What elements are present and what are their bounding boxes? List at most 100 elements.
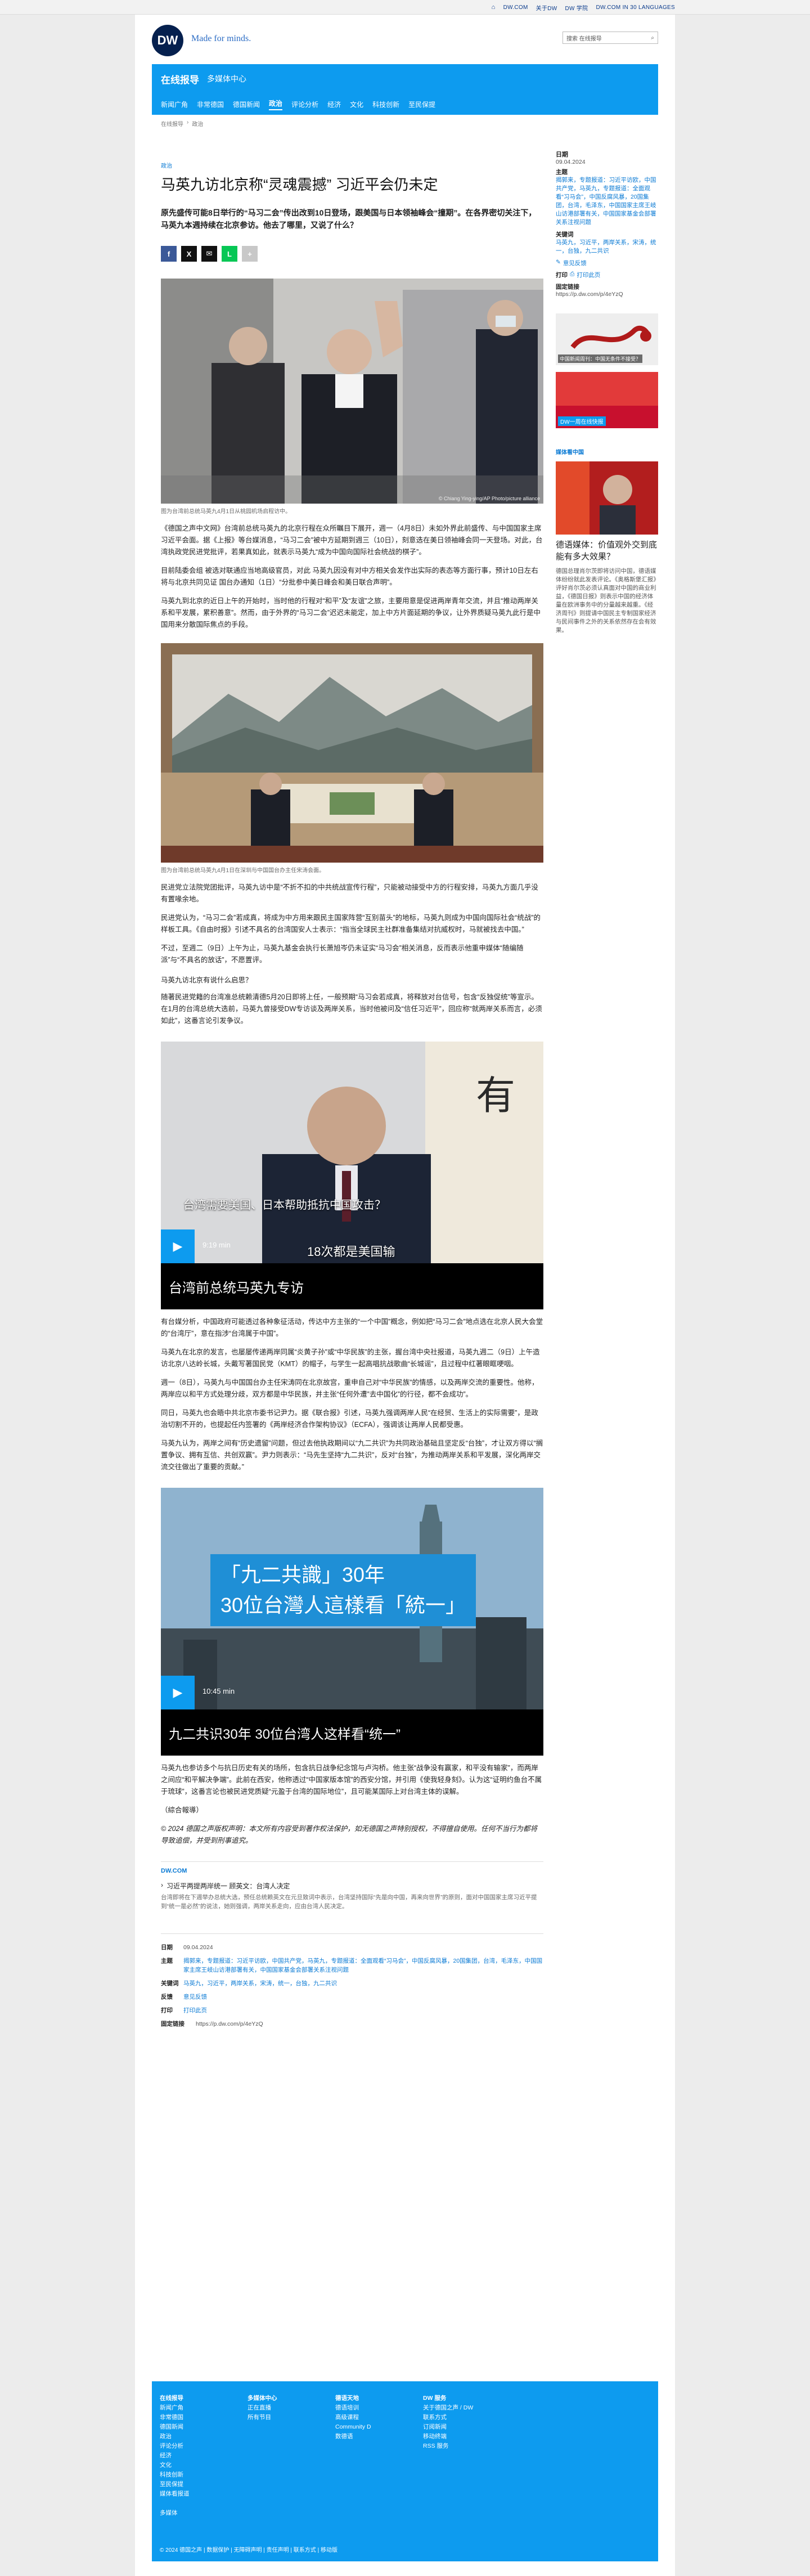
breadcrumb-item[interactable]: 政治 xyxy=(192,119,203,128)
line-icon[interactable]: L xyxy=(222,246,237,262)
photo-caption: 图为台湾前总统马英九4月1日从桃园机场启程访中。 xyxy=(161,509,291,515)
tab-section-6[interactable]: 文化 xyxy=(350,100,363,109)
nav-subtitle[interactable]: 多媒体中心 xyxy=(207,73,246,84)
tab-section-7[interactable]: 科技创新 xyxy=(372,100,399,109)
tab-section-8[interactable]: 至民保提 xyxy=(408,100,435,109)
topbar-link-dwcom[interactable]: DW.COM xyxy=(503,5,528,11)
video-player-interview[interactable]: 有 台湾需要美国、日本帮助抵抗中国攻击？ 18次都是美国输 ▶ 9:19 min… xyxy=(161,1042,543,1309)
footer-link[interactable]: 媒体看报道 xyxy=(160,2489,248,2499)
footer-link[interactable]: 正在直播 xyxy=(248,2403,335,2413)
meta-topics[interactable]: 揭郭来，专题报道：习近平访欧，中国共产党，马英九，专题报道：全面观看“习马会”，… xyxy=(183,1956,543,1974)
footer-link[interactable]: 文化 xyxy=(160,2461,248,2470)
mail-icon[interactable]: ✉ xyxy=(201,246,217,262)
footer-link[interactable]: RSS 服务 xyxy=(423,2442,511,2451)
sidebar-feedback-link[interactable]: ✎ 意见反馈 xyxy=(556,259,658,267)
video-title[interactable]: 九二共识30年 30位台湾人这样看“统一” xyxy=(161,1709,543,1756)
video-title[interactable]: 台湾前总统马英九专访 xyxy=(161,1263,543,1309)
sidebar-thumbnail[interactable]: 中国新闻周刊：中国无条件不接受？ xyxy=(556,313,658,365)
topbar-link-academy[interactable]: DW 学院 xyxy=(565,3,588,12)
footer-link[interactable]: 订阅新闻 xyxy=(423,2422,511,2432)
footer-link[interactable]: 移动终端 xyxy=(423,2432,511,2442)
home-icon[interactable]: ⌂ xyxy=(492,4,496,11)
meta-label: 反馈 xyxy=(161,1994,173,2000)
footer-heading[interactable]: 德语天地 xyxy=(335,2394,423,2403)
sidebar-topics[interactable]: 揭郭来，专题报道：习近平访欧，中国共产党，马英九，专题报道：全面观看“习马会”，… xyxy=(556,176,658,227)
nav-title[interactable]: 在线报导 xyxy=(161,72,199,86)
related-title[interactable]: 习近平两提两岸统一 顾英文：台湾人决定 xyxy=(166,1881,290,1891)
footer-link[interactable]: 至民保提 xyxy=(160,2480,248,2489)
plus-icon[interactable]: + xyxy=(242,246,258,262)
footer-link[interactable]: Community D xyxy=(335,2422,423,2432)
tab-section-1[interactable]: 非常德国 xyxy=(197,100,224,109)
tab-section-0[interactable]: 新闻广角 xyxy=(161,100,188,109)
topbar-link-languages[interactable]: DW.COM IN 30 LANGUAGES xyxy=(596,5,675,11)
footer-link[interactable]: 关于德国之声 / DW xyxy=(423,2403,511,2413)
breadcrumb-item[interactable]: 在线报导 xyxy=(161,119,183,128)
footer-link[interactable]: 新闻广角 xyxy=(160,2403,248,2413)
tab-section-2[interactable]: 德国新闻 xyxy=(233,100,260,109)
related-label[interactable]: DW.COM xyxy=(161,1868,543,1874)
footer-link[interactable]: 政治 xyxy=(160,2432,248,2442)
topbar-link-about[interactable]: 关于DW xyxy=(536,3,557,12)
sidebar-permalink[interactable]: https://p.dw.com/p/4eYzQ xyxy=(556,291,658,298)
x-icon[interactable]: X xyxy=(181,246,197,262)
footer-bottom-item[interactable]: 联系方式 xyxy=(294,2547,316,2553)
footer-link[interactable]: 高级课程 xyxy=(335,2413,423,2422)
sidebar-article-summary: 德国总理肖尔茨即将访问中国，德语媒体纷纷就此发表评论。《奥格斯堡汇报》评好肖尔茨… xyxy=(556,568,656,634)
related-link[interactable]: › 习近平两提两岸统一 顾英文：台湾人决定 xyxy=(161,1881,543,1891)
tab-section-4[interactable]: 评论分析 xyxy=(291,100,318,109)
footer-link[interactable]: 联系方式 xyxy=(423,2413,511,2422)
dw-logo[interactable]: DW xyxy=(152,25,183,56)
tab-section-politics[interactable]: 政治 xyxy=(269,98,283,110)
print-icon[interactable]: ⎙ xyxy=(570,271,574,279)
sidebar-keywords[interactable]: 马英九，习近平，两岸关系，宋涛，统一，台独，九二共识 xyxy=(556,239,658,255)
footer-link[interactable]: 经济 xyxy=(160,2451,248,2461)
footer-bottom-item[interactable]: 移动版 xyxy=(321,2547,338,2553)
sidebar-print-link[interactable]: 打印此页 xyxy=(577,271,600,279)
sidebar-article-title[interactable]: 德语媒体：价值观外交到底能有多大效果？ xyxy=(556,539,658,563)
meta-keywords[interactable]: 马英九，习近平，两岸关系，宋涛，统一，台独，九二共识 xyxy=(183,1979,337,1988)
footer-link[interactable]: 多媒体 xyxy=(160,2508,248,2518)
footer-heading[interactable]: 在线报导 xyxy=(160,2394,248,2403)
footer-link[interactable]: 评论分析 xyxy=(160,2442,248,2451)
footer-column: 德语天地 德语培训 高级课程 Community D 数德语 xyxy=(335,2394,423,2518)
article-paragraph: 民进党认为，“马习二会”若成真，将成为中方用来跟民主国家阵营“互别苗头”的地标，… xyxy=(161,914,541,934)
footer-link[interactable]: 德国新闻 xyxy=(160,2422,248,2432)
sidebar-section-label[interactable]: 媒体看中国 xyxy=(556,447,658,456)
search-input[interactable]: 搜索 在线报导 ⌕ xyxy=(562,32,658,44)
article-headline: 马英九访北京称“灵魂震撼” 习近平会仍未定 xyxy=(161,176,438,193)
search-icon[interactable]: ⌕ xyxy=(651,35,654,41)
feedback-link[interactable]: 意见反馈 xyxy=(183,1992,207,2001)
footer-link[interactable]: 非常德国 xyxy=(160,2413,248,2422)
article-kicker[interactable]: 政治 xyxy=(161,161,543,169)
footer-heading[interactable]: 多媒体中心 xyxy=(248,2394,335,2403)
footer-bottom-item[interactable]: 无障碍声明 xyxy=(233,2547,262,2553)
play-button[interactable]: ▶ xyxy=(161,1676,195,1709)
footer-link[interactable]: 数德语 xyxy=(335,2432,423,2442)
permalink[interactable]: https://p.dw.com/p/4eYzQ xyxy=(196,2019,263,2029)
video-duration: 9:19 min xyxy=(202,1241,231,1249)
sidebar-video-thumbnail[interactable]: DW一周在线快报 xyxy=(556,372,658,428)
sidebar-article-image[interactable] xyxy=(556,461,658,535)
footer-bottom-item[interactable]: 数据保护 xyxy=(206,2547,229,2553)
footer-link[interactable]: 科技创新 xyxy=(160,2470,248,2480)
meta-date: 09.04.2024 xyxy=(183,1944,213,1951)
footer-heading[interactable]: DW 服务 xyxy=(423,2394,511,2403)
play-button[interactable]: ▶ xyxy=(161,1229,195,1263)
tab-section-5[interactable]: 经济 xyxy=(327,100,341,109)
page-card: DW Made for minds. 搜索 在线报导 ⌕ 在线报导 多媒体中心 … xyxy=(135,15,675,2576)
video-duration: 10:45 min xyxy=(202,1687,235,1695)
article-paragraph: 《德国之声中文网》台湾前总统马英九的北京行程在众所瞩目下展开，週一（4月8日）未… xyxy=(161,524,543,556)
footer-link[interactable]: 所有节目 xyxy=(248,2413,335,2422)
facebook-icon[interactable]: f xyxy=(161,246,177,262)
footer-bottom-item[interactable]: 责任声明 xyxy=(267,2547,289,2553)
footer-bottom-bar: © 2024 德国之声 | 数据保护 | 无障碍声明 | 责任声明 | 联系方式… xyxy=(160,2547,338,2553)
video-player-consensus[interactable]: 「九二共識」30年 30位台灣人這樣看「統一」 ▶ 10:45 min 九二共识… xyxy=(161,1488,543,1756)
footer-column: 多媒体中心 正在直播 所有节目 xyxy=(248,2394,335,2518)
main-navigation: 在线报导 多媒体中心 新闻广角 非常德国 德国新闻 政治 评论分析 经济 文化 … xyxy=(152,64,658,115)
footer-link[interactable]: 德语培训 xyxy=(335,2403,423,2413)
sidebar-feedback-label[interactable]: 意见反馈 xyxy=(563,259,587,267)
hero-photo-illustration xyxy=(161,279,543,504)
print-link[interactable]: 打印此页 xyxy=(183,2006,207,2015)
sidebar-print: 打印 ⎙ 打印此页 xyxy=(556,271,658,279)
